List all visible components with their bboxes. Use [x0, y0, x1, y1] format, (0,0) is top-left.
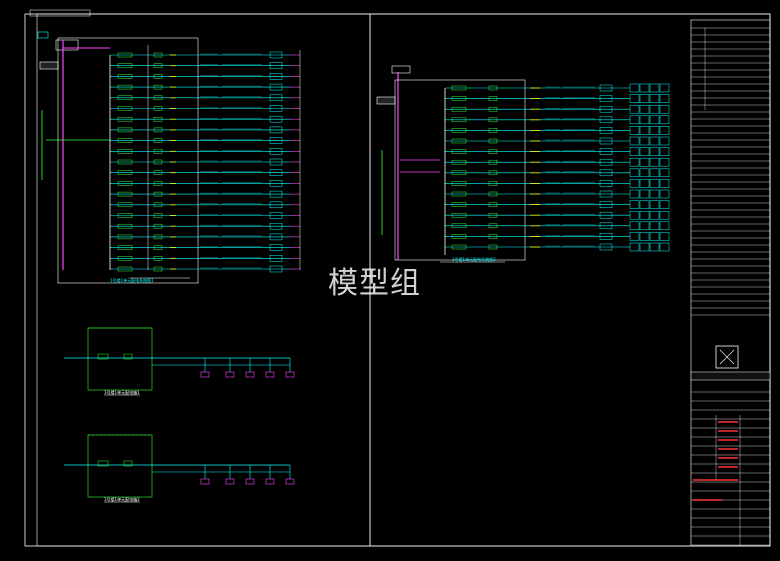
meter-box [37, 31, 49, 39]
sub-box-1-load [200, 371, 210, 378]
sub-box-2-load [245, 478, 255, 485]
sub-box-1-load [265, 371, 275, 378]
right-table-cell [629, 179, 640, 188]
right-table-cell [639, 147, 650, 156]
right-table-cell [659, 94, 670, 103]
cad-drawing-canvas: 1号楼1单元配电系统图1 1号楼1单元配电系统图2 1号楼1单元配电箱1 1号楼1单元… [0, 0, 780, 561]
right-table-cell [649, 94, 660, 103]
right-table-cell [639, 104, 650, 114]
right-table-cell [629, 115, 640, 125]
right-table-cell [659, 157, 670, 167]
right-table-cell [639, 126, 650, 135]
right-table-cell [639, 179, 650, 188]
right-table-cell [649, 104, 660, 114]
right-table-cell [639, 115, 650, 125]
right-table-cell [629, 136, 640, 146]
right-panel-title: 1号楼1单元配电系统图2 [452, 256, 496, 262]
right-table-cell [629, 232, 640, 241]
right-table-cell [659, 83, 670, 93]
right-table-cell [649, 126, 660, 135]
sub-box-1-enclosure [87, 327, 153, 391]
sub-box-2-load [265, 478, 275, 485]
right-table-cell [659, 126, 670, 135]
right-table-cell [649, 221, 660, 231]
right-table-cell [649, 147, 660, 156]
right-table-cell [639, 200, 650, 209]
right-table-cell [649, 168, 660, 178]
left-panel-title: 1号楼1单元配电系统图1 [110, 277, 154, 283]
sub-box-1-load [245, 371, 255, 378]
right-table-cell [639, 168, 650, 178]
right-table-cell [659, 200, 670, 209]
right-table-cell [649, 232, 660, 241]
right-meter-box [391, 65, 411, 74]
right-table-cell [629, 210, 640, 220]
right-table-cell [649, 83, 660, 93]
sub-box-1-load [285, 371, 295, 378]
right-table-cell [629, 147, 640, 156]
right-table-cell [629, 104, 640, 114]
right-table-cell [649, 189, 660, 199]
right-table-cell [659, 147, 670, 156]
sub-box-1-title: 1号楼1单元配电箱1 [104, 389, 140, 395]
right-table-cell [659, 115, 670, 125]
right-table-cell [649, 210, 660, 220]
watermark-text: 模型组 [328, 266, 421, 301]
right-table-cell [649, 179, 660, 188]
right-table-cell [639, 242, 650, 252]
right-table-cell [639, 210, 650, 220]
title-band [690, 371, 771, 381]
sub-box-2-enclosure [87, 434, 153, 498]
right-table-cell [629, 189, 640, 199]
top-strip [29, 9, 91, 17]
right-table-cell [659, 179, 670, 188]
right-table-cell [659, 189, 670, 199]
label-box [39, 61, 59, 70]
right-table-cell [639, 157, 650, 167]
right-table-cell [649, 157, 660, 167]
right-table-cell [649, 200, 660, 209]
right-table-cell [639, 136, 650, 146]
right-table-cell [629, 157, 640, 167]
right-table-cell [629, 242, 640, 252]
right-table-cell [659, 136, 670, 146]
left-frame [36, 13, 371, 547]
sub-box-2-load [200, 478, 210, 485]
right-table-cell [659, 221, 670, 231]
right-table-cell [629, 94, 640, 103]
right-table-cell [649, 115, 660, 125]
sub-box-2-load [225, 478, 235, 485]
right-table-cell [629, 126, 640, 135]
sub-box-1-load [225, 371, 235, 378]
right-table-cell [659, 104, 670, 114]
right-table-cell [639, 221, 650, 231]
right-table-cell [649, 136, 660, 146]
right-table-cell [629, 200, 640, 209]
right-table-cell [639, 94, 650, 103]
right-table-cell [659, 210, 670, 220]
right-table-cell [639, 83, 650, 93]
right-table-cell [659, 242, 670, 252]
right-table-cell [639, 232, 650, 241]
right-table-cell [629, 83, 640, 93]
sub-box-2-load [285, 478, 295, 485]
left-main-panel [57, 37, 199, 284]
right-table-cell [629, 221, 640, 231]
right-table-cell [649, 242, 660, 252]
right-table-cell [659, 232, 670, 241]
right-table-cell [659, 168, 670, 178]
sub-box-2-title: 1号楼1单元配电箱2 [104, 496, 140, 502]
right-label-box [376, 96, 396, 105]
right-table-cell [639, 189, 650, 199]
right-table-cell [629, 168, 640, 178]
